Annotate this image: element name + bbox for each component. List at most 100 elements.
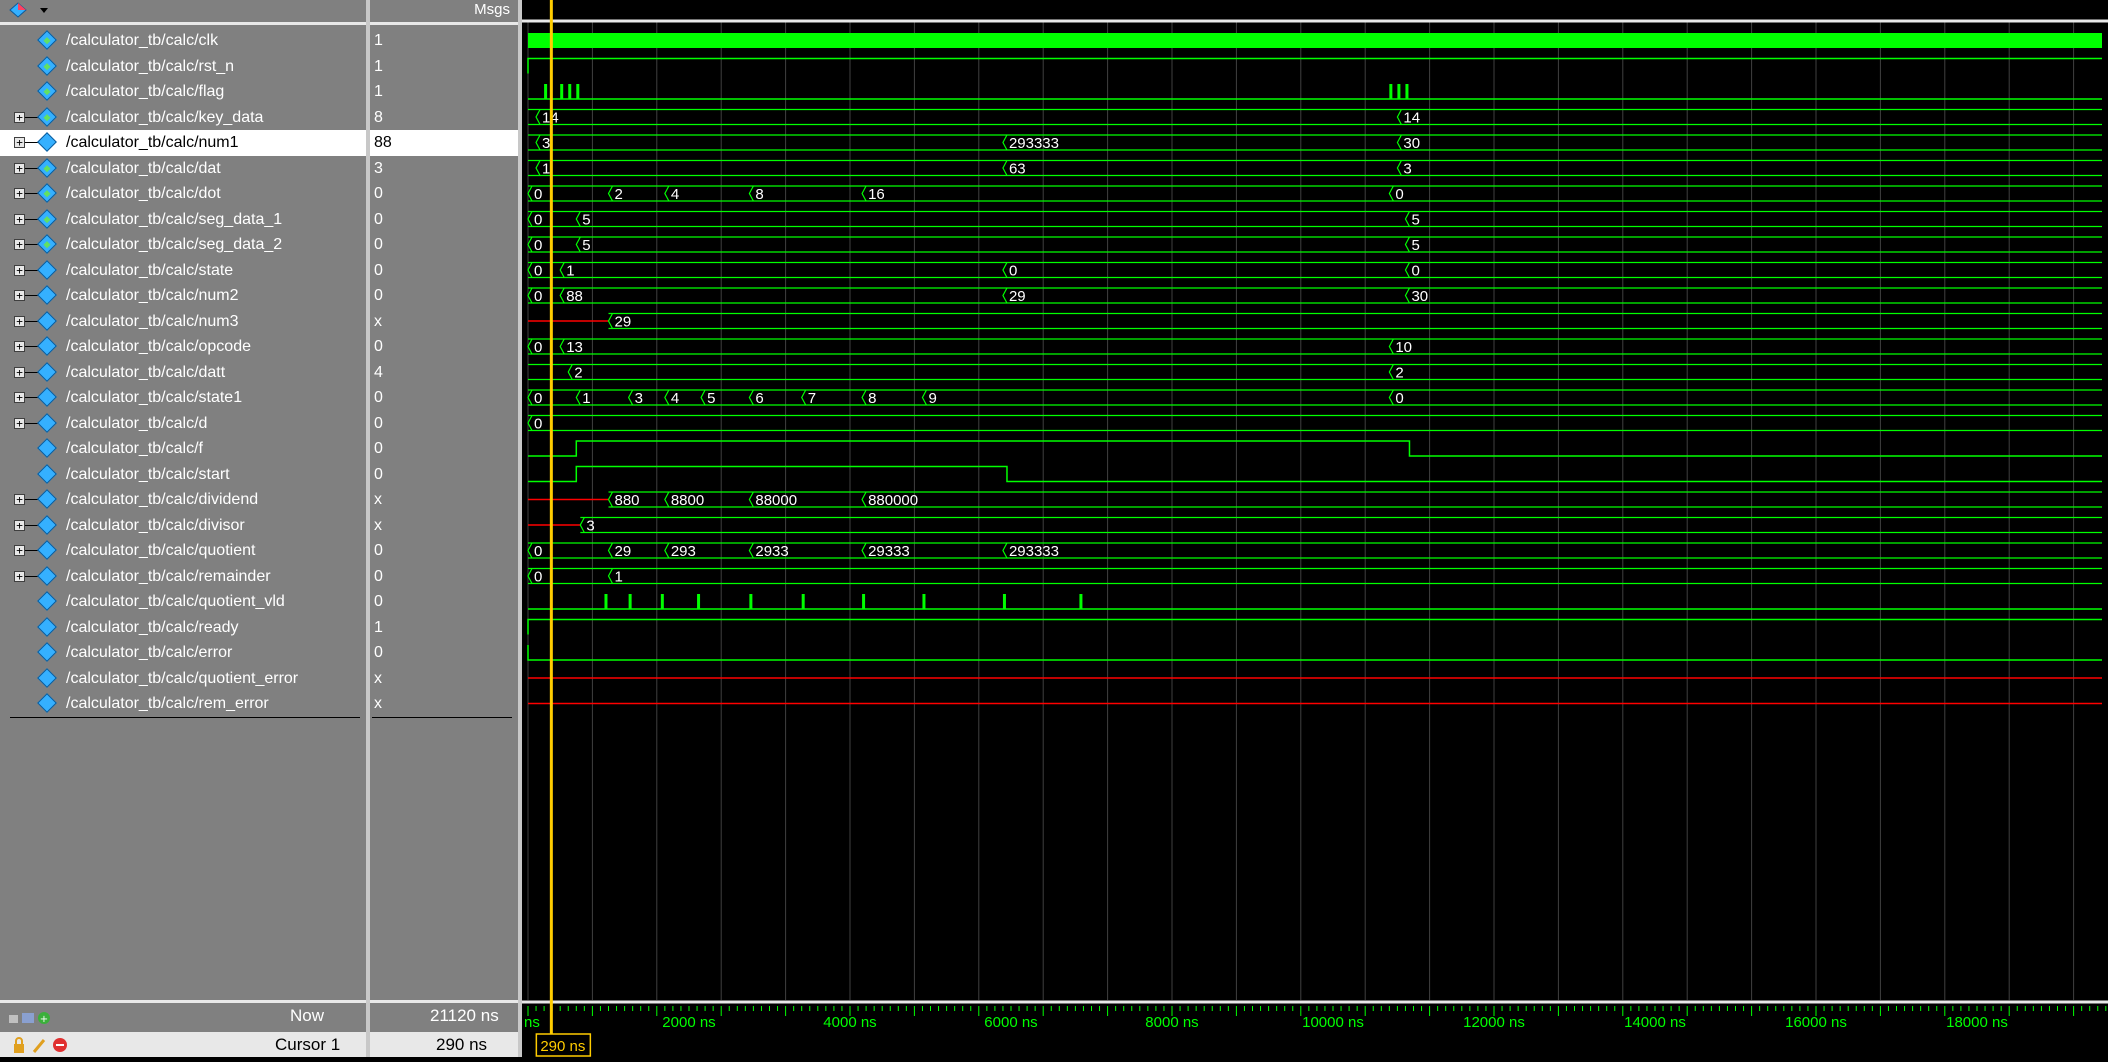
signal-value[interactable]: 3 [370, 156, 518, 182]
signal-value[interactable]: 0 [370, 462, 518, 488]
signal-value[interactable]: 0 [370, 181, 518, 207]
signal-row[interactable]: + /calculator_tb/calc/num2 [0, 283, 366, 309]
signal-name: /calculator_tb/calc/dividend [66, 491, 259, 508]
signal-row[interactable]: /calculator_tb/calc/ready [0, 615, 366, 641]
signal-row[interactable]: + /calculator_tb/calc/datt [0, 360, 366, 386]
signal-value[interactable]: x [370, 487, 518, 513]
bus-transition [559, 338, 565, 355]
signal-value[interactable]: 88 [370, 130, 518, 156]
bus-transition [575, 389, 581, 406]
signal-icon [37, 285, 57, 305]
signal-row[interactable]: + /calculator_tb/calc/d [0, 411, 366, 437]
bus-transition [748, 185, 754, 202]
signal-value[interactable]: 0 [370, 258, 518, 284]
signal-row[interactable]: /calculator_tb/calc/rem_error [0, 691, 366, 717]
signal-row[interactable]: /calculator_tb/calc/quotient_vld [0, 589, 366, 615]
signal-name: /calculator_tb/calc/key_data [66, 108, 264, 126]
signal-row[interactable]: /calculator_tb/calc/start [0, 462, 366, 488]
signal-row[interactable]: /calculator_tb/calc/flag [0, 79, 366, 105]
signal-row[interactable]: /calculator_tb/calc/clk [0, 28, 366, 54]
expand-icon[interactable]: + [14, 494, 25, 505]
signal-value[interactable]: 4 [370, 360, 518, 386]
signal-value[interactable]: 1 [370, 28, 518, 54]
signal-value[interactable]: 0 [370, 640, 518, 666]
expand-icon[interactable]: + [14, 545, 25, 556]
signal-row[interactable]: /calculator_tb/calc/f [0, 436, 366, 462]
signal-row[interactable]: + /calculator_tb/calc/key_data [0, 105, 366, 131]
signal-value[interactable]: 0 [370, 334, 518, 360]
signal-value[interactable]: 8 [370, 105, 518, 131]
signal-row[interactable]: + /calculator_tb/calc/state1 [0, 385, 366, 411]
expand-icon[interactable]: + [14, 315, 25, 327]
signal-icon-green [37, 157, 57, 178]
expand-icon[interactable]: + [14, 392, 25, 403]
signal-row[interactable]: /calculator_tb/calc/error [0, 640, 366, 666]
signal-row[interactable]: + /calculator_tb/calc/state [0, 258, 366, 284]
signal-value[interactable]: 0 [370, 564, 518, 590]
signal-value[interactable]: 0 [370, 589, 518, 615]
expand-icon[interactable]: + [14, 570, 25, 582]
waveform-area[interactable]: 1414329333330163302481600550550100088293… [522, 0, 2108, 1000]
expand-icon[interactable]: + [14, 137, 25, 148]
bus-value-label: 880000 [868, 492, 918, 509]
signal-icon [37, 642, 57, 662]
signal-value[interactable]: x [370, 691, 518, 717]
bus-transition [664, 389, 670, 406]
signal-value[interactable]: 0 [370, 232, 518, 258]
signal-value[interactable]: 0 [370, 411, 518, 437]
signal-row[interactable]: /calculator_tb/calc/quotient_error [0, 666, 366, 692]
bus-transition [527, 542, 533, 559]
lock-icon[interactable] [10, 1036, 70, 1054]
signal-row[interactable]: + /calculator_tb/calc/seg_data_1 [0, 207, 366, 233]
expand-icon[interactable]: + [14, 290, 25, 301]
signal-row[interactable]: + /calculator_tb/calc/quotient [0, 538, 366, 564]
expand-icon[interactable]: + [14, 341, 25, 352]
tick-label: 12000 ns [1463, 1014, 1525, 1031]
expand-icon[interactable]: + [14, 111, 25, 123]
signal-name: /calculator_tb/calc/d [66, 414, 208, 432]
wave-toolbar-icon[interactable] [8, 2, 42, 18]
signal-row[interactable]: + /calculator_tb/calc/remainder [0, 564, 366, 590]
waveform-canvas[interactable]: 1414329333330163302481600550550100088293… [522, 0, 2108, 1000]
signal-row[interactable]: + /calculator_tb/calc/seg_data_2 [0, 232, 366, 258]
tick-label: ns [524, 1014, 540, 1031]
signal-value[interactable]: 1 [370, 54, 518, 80]
signal-row[interactable]: + /calculator_tb/calc/opcode [0, 334, 366, 360]
signal-value[interactable]: 0 [370, 436, 518, 462]
expand-icon[interactable]: + [14, 417, 25, 429]
bus-value-label: 0 [534, 569, 542, 586]
signal-value[interactable]: 0 [370, 207, 518, 233]
bus-transition [579, 517, 585, 533]
signal-value[interactable]: x [370, 666, 518, 692]
signal-value[interactable]: 0 [370, 385, 518, 411]
wave-tools-icon[interactable]: + [8, 1011, 52, 1025]
dropdown-arrow-icon[interactable] [40, 8, 48, 13]
signal-value[interactable]: 1 [370, 615, 518, 641]
signal-value[interactable]: 0 [370, 538, 518, 564]
cursor-label[interactable]: Cursor 1 [275, 1035, 340, 1055]
expand-icon[interactable]: + [14, 188, 25, 199]
now-value: 21120 ns [430, 1006, 499, 1025]
expand-icon[interactable]: + [14, 519, 25, 531]
signal-row[interactable]: + /calculator_tb/calc/num3 [0, 309, 366, 335]
expand-icon[interactable]: + [14, 239, 25, 250]
expand-icon[interactable]: + [14, 213, 25, 225]
signal-value[interactable]: 1 [370, 79, 518, 105]
expand-icon[interactable]: + [14, 366, 25, 378]
signal-row[interactable]: + /calculator_tb/calc/dat [0, 156, 366, 182]
expand-icon[interactable]: + [14, 264, 25, 276]
bus-transition [607, 542, 614, 559]
wave-pulse [1405, 84, 1409, 99]
expand-icon[interactable]: + [14, 162, 25, 174]
signal-value[interactable]: 0 [370, 283, 518, 309]
signal-row[interactable]: + /calculator_tb/calc/divisor [0, 513, 366, 539]
signal-row[interactable]: + /calculator_tb/calc/dot [0, 181, 366, 207]
signal-row[interactable]: + /calculator_tb/calc/num1 [0, 130, 366, 156]
signal-name: /calculator_tb/calc/state [66, 261, 234, 279]
signal-row[interactable]: + /calculator_tb/calc/dividend [0, 487, 366, 513]
signal-value[interactable]: x [370, 513, 518, 539]
timeline-ruler[interactable]: 2000 ns 4000 ns 6000 ns 8000 ns 10000 ns 1200… [522, 1000, 2108, 1057]
signal-icon [37, 387, 57, 407]
signal-value[interactable]: x [370, 309, 518, 335]
signal-row[interactable]: /calculator_tb/calc/rst_n [0, 54, 366, 80]
